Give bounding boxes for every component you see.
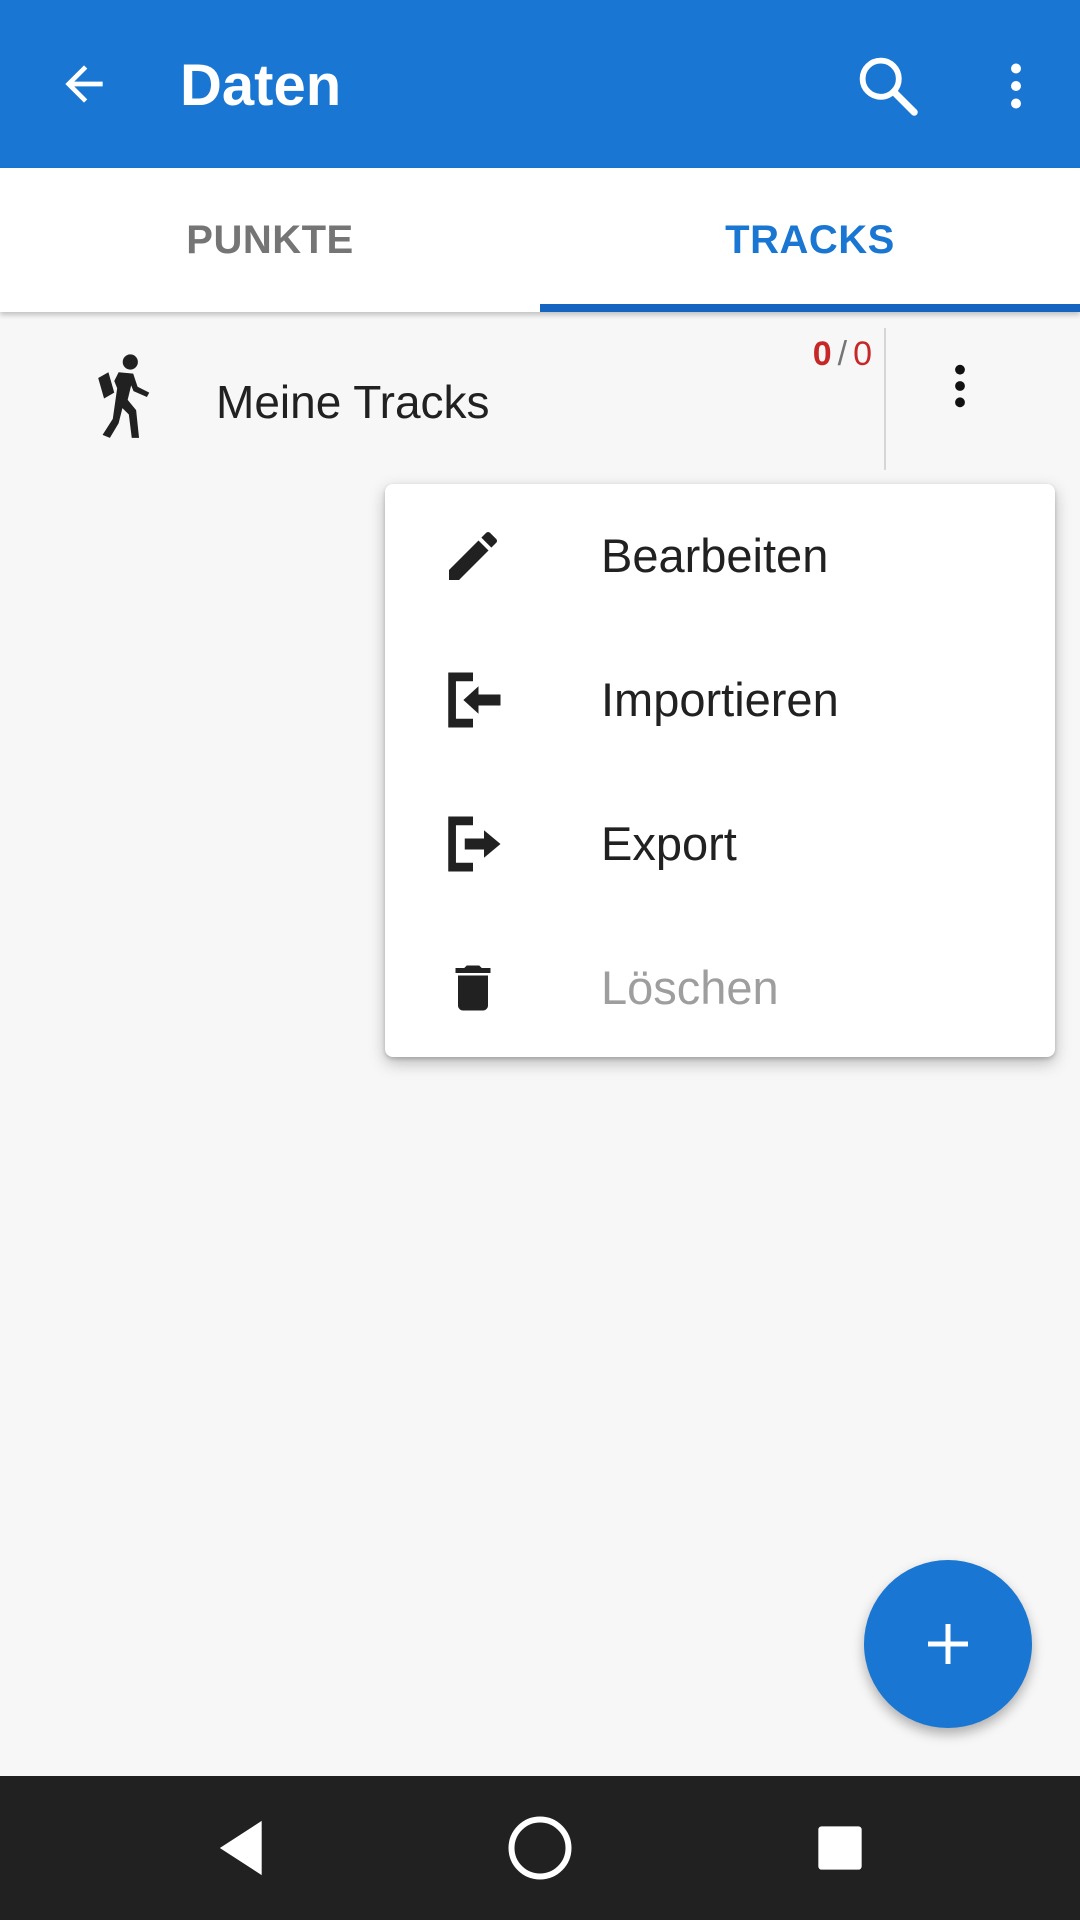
more-vert-icon[interactable] bbox=[980, 46, 1052, 126]
menu-item-label: Löschen bbox=[601, 961, 779, 1014]
hiker-icon bbox=[88, 352, 158, 442]
count-total: 0 bbox=[853, 335, 872, 373]
count-separator: / bbox=[837, 335, 848, 373]
tab-bar: PUNKTE TRACKS bbox=[0, 168, 1080, 312]
search-icon[interactable] bbox=[848, 46, 928, 126]
add-button[interactable] bbox=[864, 1560, 1032, 1728]
track-count: 0/0 bbox=[813, 334, 872, 374]
list-item[interactable]: Meine Tracks 0/0 bbox=[0, 312, 1080, 474]
menu-item-label: Bearbeiten bbox=[601, 529, 829, 582]
nav-recents-icon[interactable] bbox=[794, 1802, 886, 1894]
page-title: Daten bbox=[180, 53, 342, 118]
menu-item-export[interactable]: Export bbox=[385, 772, 1055, 916]
more-vert-icon[interactable] bbox=[924, 350, 996, 422]
import-icon bbox=[437, 664, 509, 736]
pencil-icon bbox=[437, 520, 509, 592]
app-bar: Daten bbox=[0, 0, 1080, 168]
menu-item-bearbeiten[interactable]: Bearbeiten bbox=[385, 484, 1055, 628]
list-item-label: Meine Tracks bbox=[216, 376, 490, 428]
menu-item-label: Importieren bbox=[601, 673, 839, 726]
divider bbox=[884, 328, 886, 470]
menu-item-loeschen: Löschen bbox=[385, 916, 1055, 1060]
menu-item-importieren[interactable]: Importieren bbox=[385, 628, 1055, 772]
arrow-back-icon[interactable] bbox=[46, 46, 122, 122]
nav-back-icon[interactable] bbox=[196, 1802, 288, 1894]
context-menu: Bearbeiten Importieren Export Löschen bbox=[385, 484, 1055, 1057]
nav-home-icon[interactable] bbox=[494, 1802, 586, 1894]
plus-icon bbox=[928, 1624, 968, 1664]
tab-indicator bbox=[540, 304, 1080, 312]
tab-tracks[interactable]: TRACKS bbox=[540, 168, 1080, 312]
tab-punkte[interactable]: PUNKTE bbox=[0, 168, 540, 312]
system-nav-bar bbox=[0, 1776, 1080, 1920]
menu-item-label: Export bbox=[601, 817, 737, 870]
trash-icon bbox=[437, 952, 509, 1024]
count-visible: 0 bbox=[812, 335, 832, 373]
export-icon bbox=[437, 808, 509, 880]
